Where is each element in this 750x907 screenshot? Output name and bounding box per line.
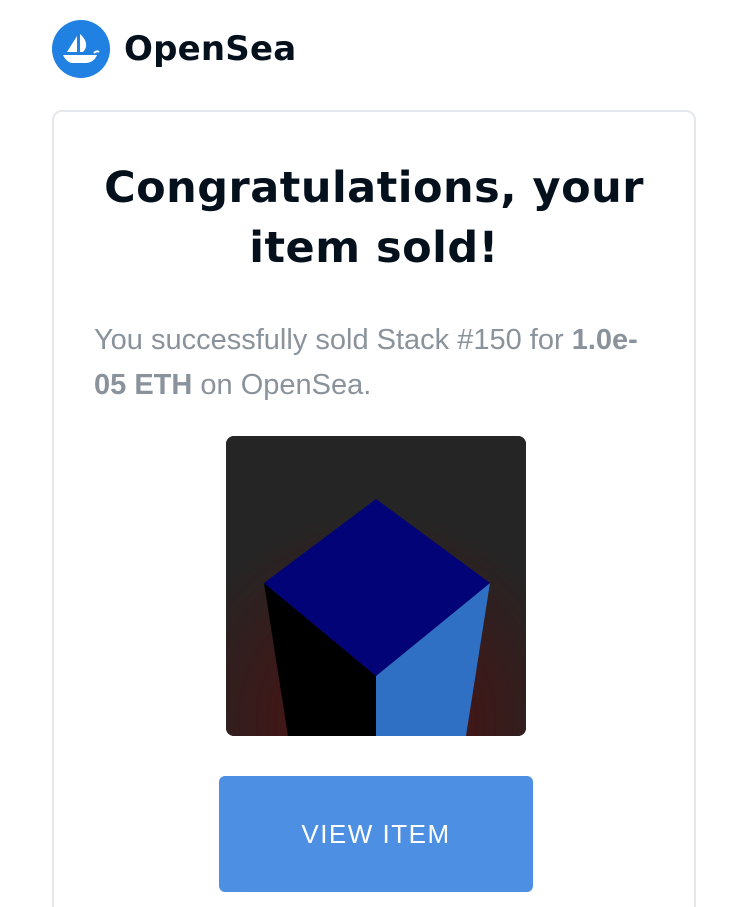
- brand-name: OpenSea: [124, 29, 297, 69]
- congrats-title: Congratulations, your item sold!: [104, 163, 644, 273]
- nft-image[interactable]: [226, 436, 526, 736]
- sale-card: Congratulations, your item sold! You suc…: [52, 110, 696, 907]
- sale-message: You successfully sold Stack #150 for 1.0…: [94, 318, 654, 408]
- message-suffix: on OpenSea.: [192, 369, 372, 401]
- opensea-ship-icon: [63, 34, 100, 63]
- opensea-logo[interactable]: [52, 20, 110, 78]
- message-prefix: You successfully sold Stack #150 for: [94, 324, 572, 356]
- header: OpenSea: [52, 20, 296, 78]
- page: OpenSea Congratulations, your item sold!…: [0, 0, 750, 907]
- view-item-button[interactable]: VIEW ITEM: [219, 776, 533, 892]
- stack-cube-artwork: [226, 436, 526, 736]
